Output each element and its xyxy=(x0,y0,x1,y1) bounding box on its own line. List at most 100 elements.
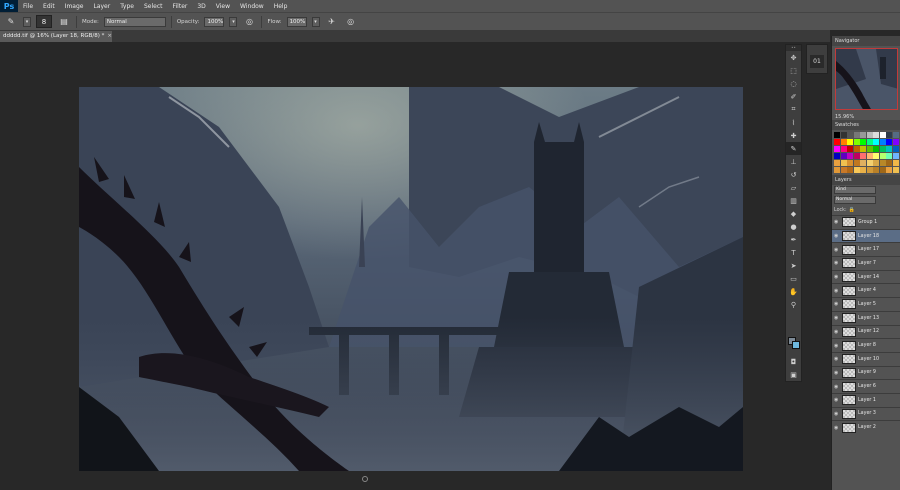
visibility-eye-icon[interactable]: ◉ xyxy=(834,384,840,390)
color-swatch[interactable] xyxy=(879,146,886,152)
visibility-eye-icon[interactable]: ◉ xyxy=(834,233,840,239)
color-swatch[interactable] xyxy=(873,167,879,173)
flow-input[interactable]: 100% xyxy=(286,16,307,27)
color-swatch[interactable] xyxy=(853,160,860,166)
swatches-tab[interactable]: Swatches xyxy=(832,120,900,130)
flow-chevron-icon[interactable]: ▾ xyxy=(311,16,320,27)
color-swatch[interactable] xyxy=(860,146,866,152)
close-icon[interactable]: × xyxy=(107,33,112,39)
eraser-tool-icon[interactable]: ▱ xyxy=(786,181,801,194)
visibility-eye-icon[interactable]: ◉ xyxy=(834,247,840,253)
hand-tool-icon[interactable]: ✋ xyxy=(786,285,801,298)
color-swatch[interactable] xyxy=(866,139,873,145)
layer-row[interactable]: ◉ Layer 14 xyxy=(832,269,900,284)
visibility-eye-icon[interactable]: ◉ xyxy=(834,397,840,403)
quick-select-tool-icon[interactable]: ✐ xyxy=(786,90,801,103)
brush-panel-toggle-icon[interactable]: ▤ xyxy=(57,16,71,28)
color-swatch[interactable] xyxy=(853,146,860,152)
shape-tool-icon[interactable]: ▭ xyxy=(786,272,801,285)
color-swatch[interactable] xyxy=(840,167,847,173)
brush-tool-preset-icon[interactable]: ✎ xyxy=(4,16,18,28)
menu-3d[interactable]: 3D xyxy=(192,3,210,10)
background-color-swatch[interactable] xyxy=(792,341,800,349)
visibility-eye-icon[interactable]: ◉ xyxy=(834,411,840,417)
crop-tool-icon[interactable]: ⌗ xyxy=(786,103,801,116)
color-swatch[interactable] xyxy=(860,160,866,166)
visibility-eye-icon[interactable]: ◉ xyxy=(834,301,840,307)
layer-row[interactable]: ◉ Layer 17 xyxy=(832,242,900,256)
color-swatch[interactable] xyxy=(886,132,892,138)
layer-row[interactable]: ◉ Layer 10 xyxy=(832,351,900,366)
mode-select[interactable]: Normal xyxy=(103,16,166,27)
canvas-artwork[interactable] xyxy=(79,87,743,471)
color-swatch[interactable] xyxy=(834,146,840,152)
color-swatch[interactable] xyxy=(866,160,873,166)
color-swatch[interactable] xyxy=(892,153,899,159)
visibility-eye-icon[interactable]: ◉ xyxy=(834,356,840,362)
layer-row[interactable]: ◉ Layer 9 xyxy=(832,365,900,380)
color-swatch[interactable] xyxy=(840,160,847,166)
layer-row[interactable]: ◉ Layer 6 xyxy=(832,379,900,393)
menu-file[interactable]: File xyxy=(18,3,38,10)
color-swatch[interactable] xyxy=(840,146,847,152)
menu-edit[interactable]: Edit xyxy=(38,3,60,10)
color-swatch[interactable] xyxy=(879,160,886,166)
visibility-eye-icon[interactable]: ◉ xyxy=(834,260,840,266)
type-tool-icon[interactable]: T xyxy=(786,246,801,259)
color-swatch[interactable] xyxy=(892,167,899,173)
opacity-chevron-icon[interactable]: ▾ xyxy=(229,16,238,27)
color-swatch[interactable] xyxy=(860,153,866,159)
menu-window[interactable]: Window xyxy=(235,3,269,10)
color-swatch[interactable] xyxy=(840,132,847,138)
color-swatch[interactable] xyxy=(886,139,892,145)
chevron-down-icon[interactable]: ▾ xyxy=(23,16,31,27)
scroll-indicator[interactable] xyxy=(362,476,368,482)
screen-mode-icon[interactable]: ▣ xyxy=(786,368,801,381)
color-swatch[interactable] xyxy=(847,167,853,173)
marquee-tool-icon[interactable]: ⬚ xyxy=(786,64,801,77)
color-swatch[interactable] xyxy=(892,132,899,138)
gradient-tool-icon[interactable]: ▥ xyxy=(786,194,801,207)
layer-row[interactable]: ◉ Layer 7 xyxy=(832,256,900,270)
visibility-eye-icon[interactable]: ◉ xyxy=(834,425,840,431)
color-swatch[interactable] xyxy=(847,139,853,145)
history-brush-tool-icon[interactable]: ↺ xyxy=(786,168,801,181)
visibility-eye-icon[interactable]: ◉ xyxy=(834,315,840,321)
menu-filter[interactable]: Filter xyxy=(168,3,193,10)
color-swatch[interactable] xyxy=(892,139,899,145)
color-swatch[interactable] xyxy=(866,153,873,159)
layer-blend-mode-select[interactable]: Normal xyxy=(834,196,876,204)
healing-tool-icon[interactable]: ✚ xyxy=(786,129,801,142)
color-swatch[interactable] xyxy=(879,153,886,159)
color-swatch[interactable] xyxy=(873,132,879,138)
color-swatch[interactable] xyxy=(840,139,847,145)
navigator-tab[interactable]: Navigator xyxy=(832,36,900,46)
color-swatch[interactable] xyxy=(847,160,853,166)
color-swatch[interactable] xyxy=(866,167,873,173)
visibility-eye-icon[interactable]: ◉ xyxy=(834,343,840,349)
menu-help[interactable]: Help xyxy=(269,3,293,10)
layer-kind-filter[interactable]: Kind xyxy=(834,186,876,194)
visibility-eye-icon[interactable]: ◉ xyxy=(834,329,840,335)
color-swatch[interactable] xyxy=(853,139,860,145)
pressure-opacity-icon[interactable]: ◎ xyxy=(242,16,256,28)
layers-tab[interactable]: Layers xyxy=(832,175,900,185)
menu-view[interactable]: View xyxy=(211,3,235,10)
color-swatch[interactable] xyxy=(873,139,879,145)
color-swatch[interactable] xyxy=(892,146,899,152)
layer-row[interactable]: ◉ Group 1 xyxy=(832,215,900,229)
color-swatch[interactable] xyxy=(879,132,886,138)
color-swatch[interactable] xyxy=(853,153,860,159)
visibility-eye-icon[interactable]: ◉ xyxy=(834,274,840,280)
color-swatch[interactable] xyxy=(847,153,853,159)
color-swatch[interactable] xyxy=(834,132,840,138)
color-swatch[interactable] xyxy=(834,160,840,166)
color-swatch[interactable] xyxy=(834,167,840,173)
lock-icon[interactable]: 🔒 xyxy=(849,207,855,213)
visibility-eye-icon[interactable]: ◉ xyxy=(834,370,840,376)
menu-layer[interactable]: Layer xyxy=(88,3,115,10)
layer-row[interactable]: ◉ Layer 3 xyxy=(832,406,900,421)
color-swatch[interactable] xyxy=(879,167,886,173)
color-swatch[interactable] xyxy=(873,146,879,152)
navigator-thumbnail[interactable] xyxy=(835,48,898,110)
